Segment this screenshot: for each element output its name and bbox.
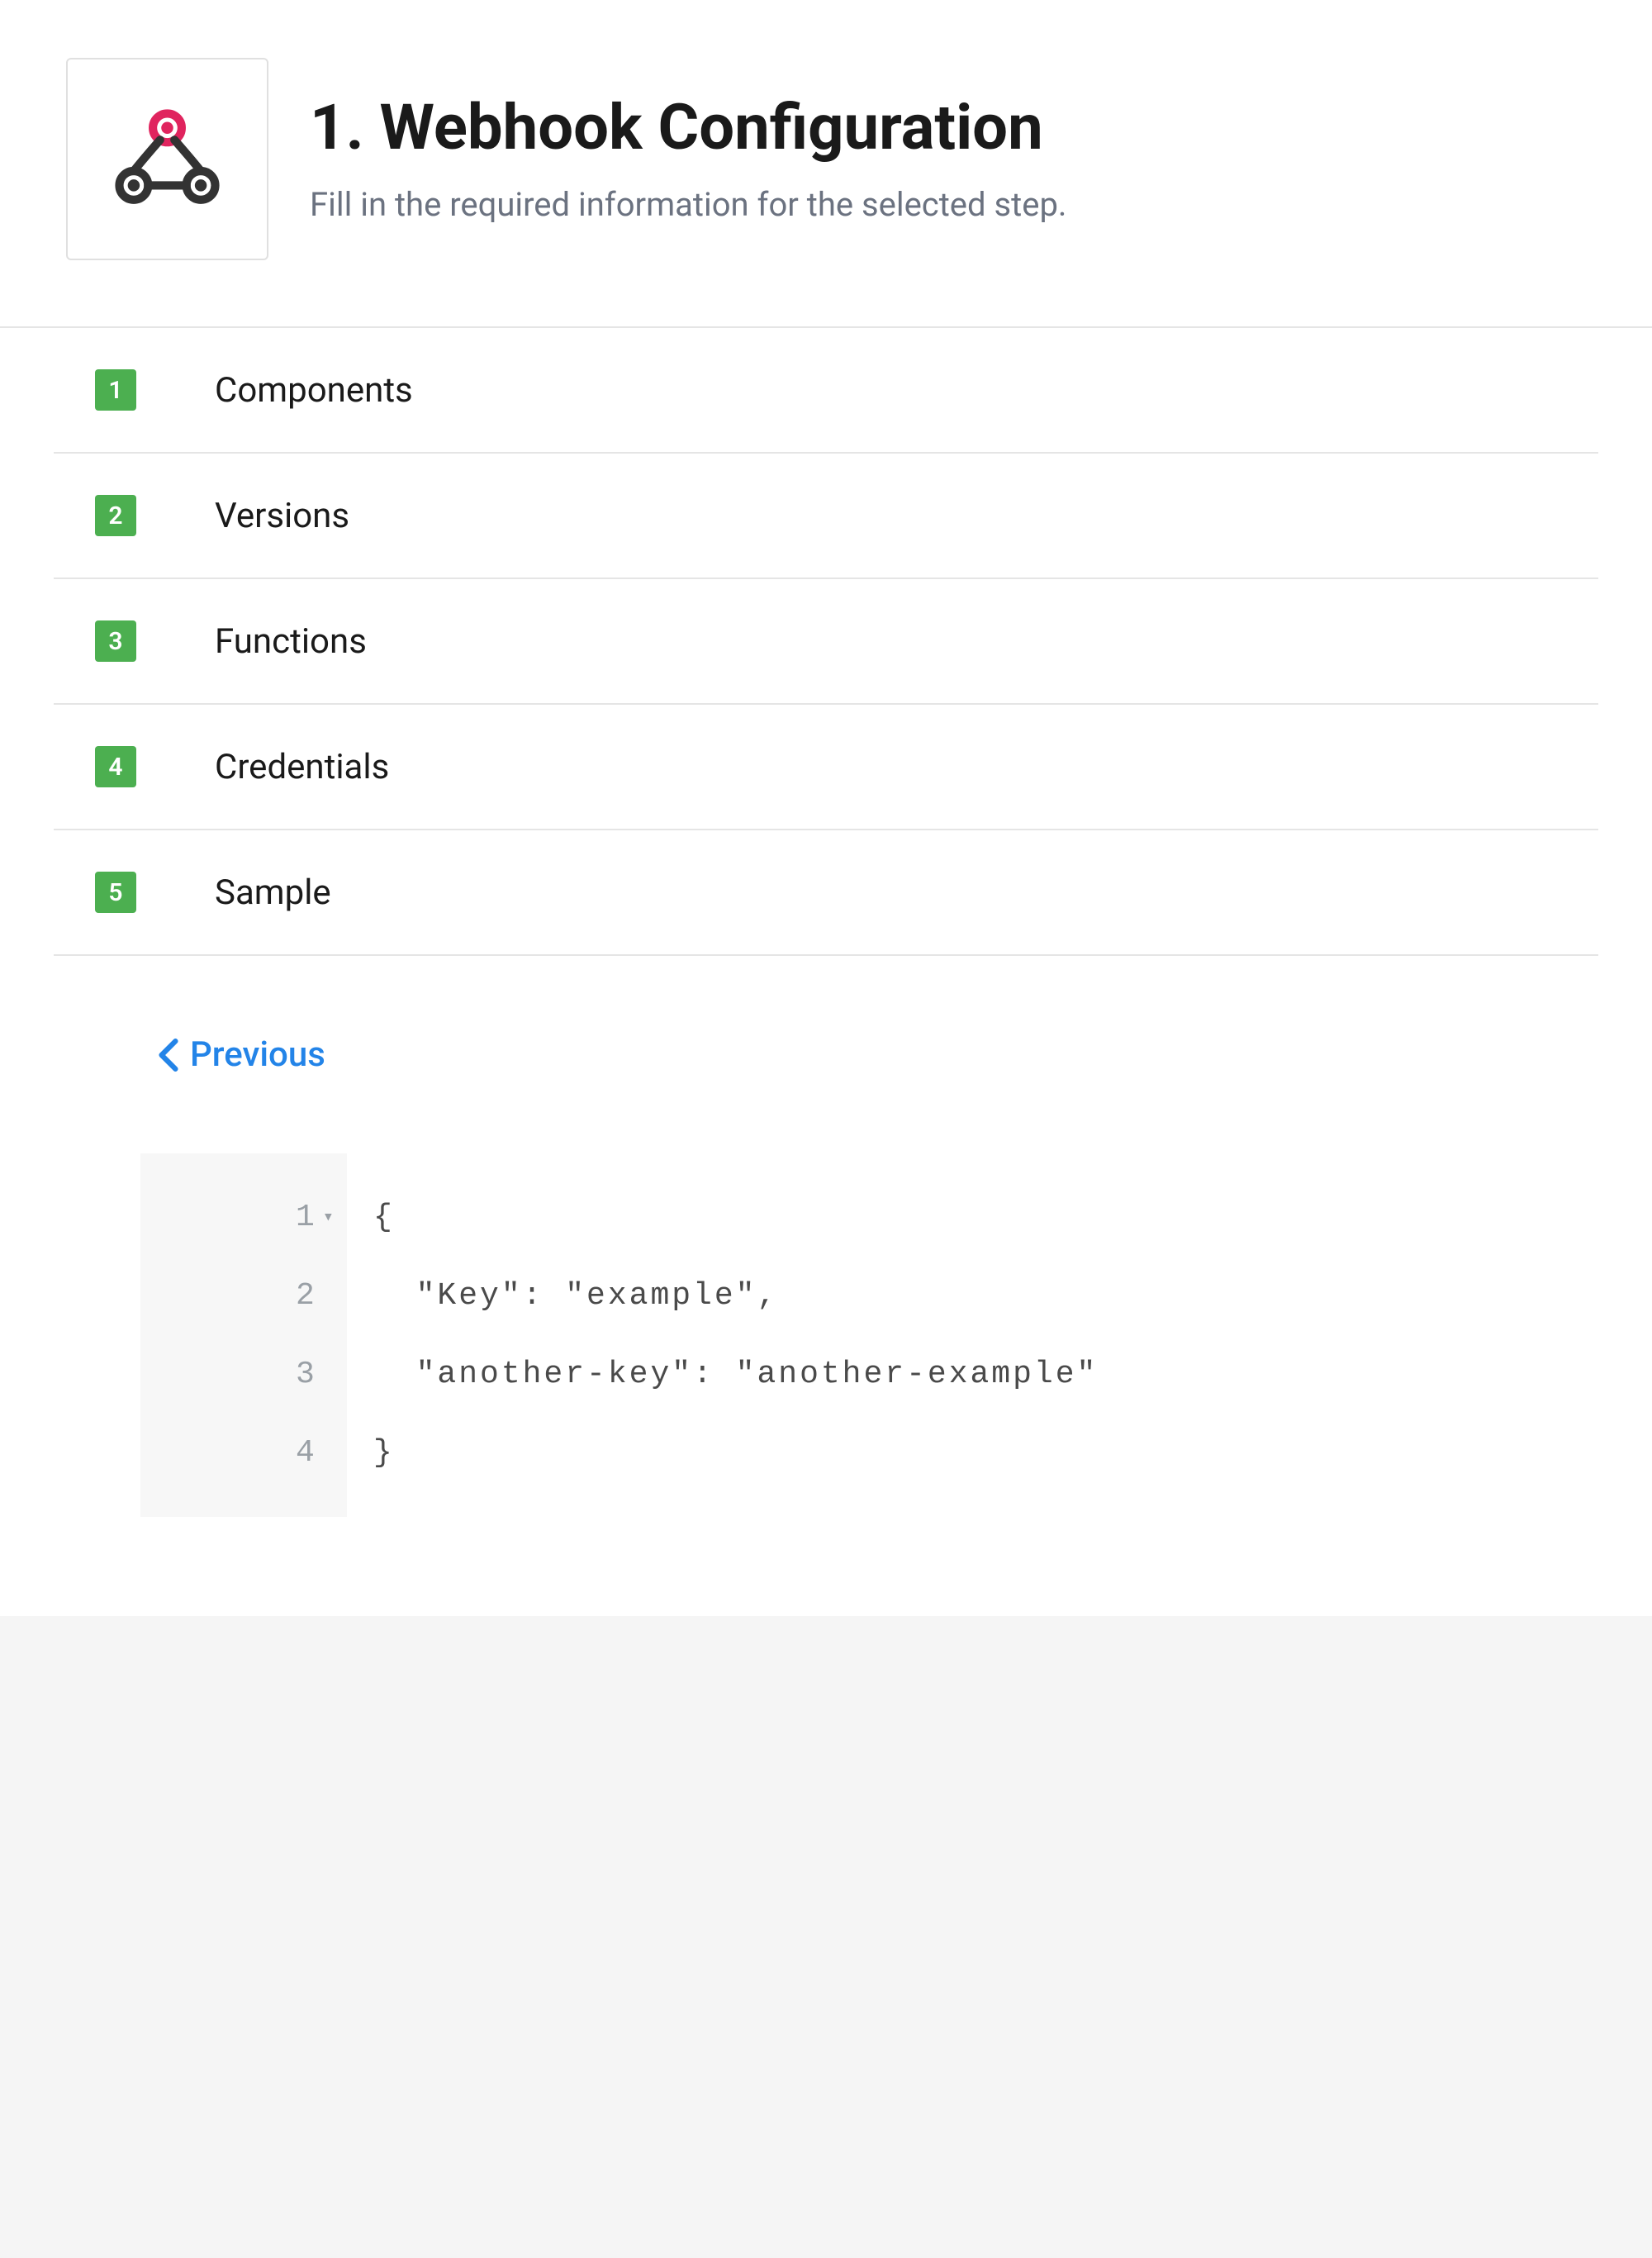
code-line: { bbox=[373, 1178, 1098, 1257]
step-item-credentials[interactable]: 4 Credentials bbox=[54, 705, 1598, 830]
gutter-line: 2 ▾ bbox=[167, 1257, 334, 1335]
code-line: "another-key": "another-example" bbox=[373, 1335, 1098, 1414]
gutter-line: 4 ▾ bbox=[167, 1414, 334, 1492]
header-text: 1. Webhook Configuration Fill in the req… bbox=[310, 90, 1586, 228]
nav-section: Previous bbox=[0, 956, 1652, 1120]
previous-button[interactable]: Previous bbox=[157, 1034, 325, 1075]
code-gutter: 1 ▾ 2 ▾ 3 ▾ 4 ▾ bbox=[140, 1153, 347, 1517]
step-item-versions[interactable]: 2 Versions bbox=[54, 454, 1598, 579]
line-number: 4 bbox=[296, 1414, 315, 1492]
step-item-components[interactable]: 1 Components bbox=[54, 328, 1598, 454]
line-number: 3 bbox=[296, 1335, 315, 1414]
webhook-icon-box bbox=[66, 58, 268, 260]
step-label: Functions bbox=[215, 621, 367, 662]
line-number: 2 bbox=[296, 1257, 315, 1335]
step-badge: 2 bbox=[95, 495, 136, 536]
config-panel: 1. Webhook Configuration Fill in the req… bbox=[0, 0, 1652, 1616]
fold-marker-icon[interactable]: ▾ bbox=[323, 1195, 334, 1240]
webhook-icon bbox=[107, 99, 227, 219]
step-label: Versions bbox=[215, 496, 349, 536]
steps-list: 1 Components 2 Versions 3 Functions 4 Cr… bbox=[0, 328, 1652, 956]
step-label: Components bbox=[215, 370, 413, 411]
step-badge: 4 bbox=[95, 746, 136, 787]
step-item-functions[interactable]: 3 Functions bbox=[54, 579, 1598, 705]
chevron-left-icon bbox=[157, 1038, 180, 1072]
code-body[interactable]: { "Key": "example", "another-key": "anot… bbox=[347, 1153, 1124, 1517]
gutter-line: 1 ▾ bbox=[167, 1178, 334, 1257]
gutter-line: 3 ▾ bbox=[167, 1335, 334, 1414]
step-badge: 3 bbox=[95, 620, 136, 662]
header-section: 1. Webhook Configuration Fill in the req… bbox=[0, 0, 1652, 328]
code-section: 1 ▾ 2 ▾ 3 ▾ 4 ▾ { "Key": "example", bbox=[0, 1120, 1652, 1616]
step-label: Credentials bbox=[215, 747, 389, 787]
code-line: "Key": "example", bbox=[373, 1257, 1098, 1335]
previous-label: Previous bbox=[190, 1034, 325, 1075]
line-number: 1 bbox=[296, 1178, 315, 1257]
step-label: Sample bbox=[215, 872, 331, 913]
step-badge: 1 bbox=[95, 369, 136, 411]
page-title: 1. Webhook Configuration bbox=[310, 90, 1586, 165]
page-subtitle: Fill in the required information for the… bbox=[310, 182, 1586, 228]
step-badge: 5 bbox=[95, 872, 136, 913]
code-editor[interactable]: 1 ▾ 2 ▾ 3 ▾ 4 ▾ { "Key": "example", bbox=[140, 1153, 1512, 1517]
step-item-sample[interactable]: 5 Sample bbox=[54, 830, 1598, 956]
code-line: } bbox=[373, 1414, 1098, 1492]
